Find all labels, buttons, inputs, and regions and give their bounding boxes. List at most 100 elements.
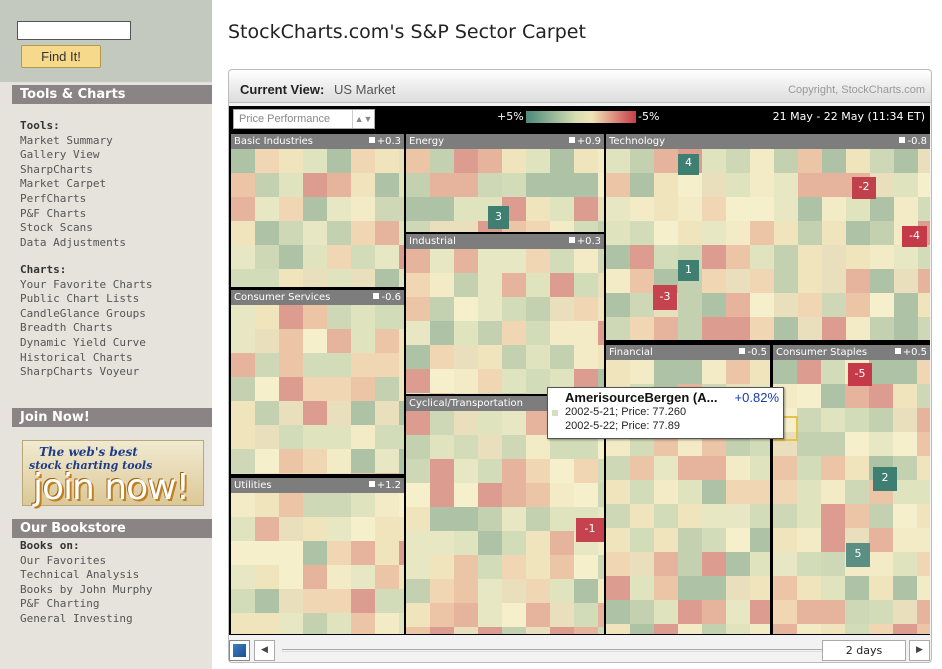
carpet-tile <box>917 456 930 480</box>
carpet-tile <box>279 541 303 565</box>
rank-tile[interactable]: 3 <box>488 206 509 229</box>
link-general-investing[interactable]: General Investing <box>20 612 152 627</box>
link-candleglance-groups[interactable]: CandleGlance Groups <box>20 307 152 322</box>
carpet-tile <box>750 197 774 221</box>
carpet-tile <box>327 613 351 634</box>
link-dynamic-yield-curve[interactable]: Dynamic Yield Curve <box>20 336 152 351</box>
carpet-tile <box>231 401 255 425</box>
link-sharpcharts[interactable]: SharpCharts <box>20 163 126 178</box>
carpet-tile <box>430 369 454 393</box>
carpet-tile <box>478 173 502 197</box>
rank-tile[interactable]: -4 <box>902 226 927 247</box>
sector-consumer-staples[interactable]: Consumer Staples +0.5 <box>773 345 930 634</box>
carpet-tile <box>918 269 930 293</box>
carpet-tile <box>845 456 869 480</box>
step-left-button[interactable]: ◀ <box>254 640 275 661</box>
carpet-tile <box>797 600 821 624</box>
carpet-tile <box>279 377 303 401</box>
rank-tile[interactable]: -5 <box>848 363 872 386</box>
tile-grid <box>606 149 930 340</box>
rank-tile[interactable]: -1 <box>576 518 604 542</box>
link-our-favorites[interactable]: Our Favorites <box>20 554 152 569</box>
link-market-summary[interactable]: Market Summary <box>20 134 126 149</box>
carpet-tile <box>606 197 630 221</box>
link-stock-scans[interactable]: Stock Scans <box>20 221 126 236</box>
carpet-tile <box>821 384 845 408</box>
carpet-tile <box>351 353 375 377</box>
carpet-tile <box>303 305 327 329</box>
carpet-tile <box>454 555 478 579</box>
rank-tile[interactable]: 4 <box>678 154 699 175</box>
carpet-tile <box>630 624 654 634</box>
link-pf-charting[interactable]: P&F Charting <box>20 597 152 612</box>
carpet-tile <box>430 321 454 345</box>
sector-change: +0.9 <box>569 134 601 149</box>
find-it-button[interactable]: Find It! <box>21 45 101 68</box>
carpet-tile <box>406 555 430 579</box>
carpet-tile <box>279 613 303 634</box>
carpet-tile <box>654 576 678 600</box>
carpet-tile <box>351 589 375 613</box>
step-right-button[interactable]: ▶ <box>909 640 930 661</box>
carpet-tile <box>750 173 774 197</box>
sector-basic-industries[interactable]: Basic Industries +0.3 <box>231 134 404 287</box>
carpet-tile <box>399 377 404 401</box>
rank-tile[interactable]: -2 <box>852 177 876 199</box>
sector-consumer-services[interactable]: Consumer Services -0.6 <box>231 290 404 474</box>
link-books-john-murphy[interactable]: Books by John Murphy <box>20 583 152 598</box>
join-now-banner[interactable]: The web's best stock charting tools join… <box>22 440 204 508</box>
sector-header: Basic Industries +0.3 <box>231 134 404 149</box>
period-selector[interactable]: 2 days <box>822 640 906 661</box>
link-breadth-charts[interactable]: Breadth Charts <box>20 321 152 336</box>
carpet-tile <box>726 173 750 197</box>
sector-industrial[interactable]: Industrial +0.3 <box>406 234 604 394</box>
rank-tile[interactable]: 1 <box>678 260 699 281</box>
carpet-tile <box>502 393 526 394</box>
carpet-tile <box>574 483 598 507</box>
sector-change: +1.2 <box>369 478 401 493</box>
carpet-tile <box>702 221 726 245</box>
rank-tile[interactable]: -3 <box>653 285 677 310</box>
carpet-tile <box>399 589 404 613</box>
carpet-tile <box>399 449 404 473</box>
timeline-slider[interactable] <box>282 649 822 652</box>
carpet-tile <box>630 173 654 197</box>
link-sharpcharts-voyeur[interactable]: SharpCharts Voyeur <box>20 365 152 380</box>
rank-tile[interactable]: 5 <box>846 543 870 567</box>
carpet-tile <box>598 627 604 634</box>
link-your-favorite-charts[interactable]: Your Favorite Charts <box>20 278 152 293</box>
carpet-tile <box>327 493 351 517</box>
carpet-tile <box>375 589 399 613</box>
link-public-chart-lists[interactable]: Public Chart Lists <box>20 292 152 307</box>
carpet-tile <box>454 321 478 345</box>
carpet-tile <box>726 293 750 317</box>
carpet-tile <box>502 345 526 369</box>
carpet-tile <box>822 173 846 197</box>
stock-tooltip: AmerisourceBergen (A... +0.82% 2002-5-21… <box>547 387 784 439</box>
carpet-tile <box>255 221 279 245</box>
link-pf-charts[interactable]: P&F Charts <box>20 207 126 222</box>
view-toggle-icon[interactable] <box>229 640 250 661</box>
carpet-tile <box>917 432 930 456</box>
link-historical-charts[interactable]: Historical Charts <box>20 351 152 366</box>
sector-header: Utilities +1.2 <box>231 478 404 493</box>
link-technical-analysis[interactable]: Technical Analysis <box>20 568 152 583</box>
carpet-tile <box>822 245 846 269</box>
link-gallery-view[interactable]: Gallery View <box>20 148 126 163</box>
rank-tile[interactable]: 2 <box>873 467 897 491</box>
carpet-tile <box>502 321 526 345</box>
metric-select[interactable]: Price Performance ▲▼ <box>233 109 375 129</box>
carpet-tile <box>726 480 750 504</box>
link-market-carpet[interactable]: Market Carpet <box>20 177 126 192</box>
carpet-tile <box>846 293 870 317</box>
link-perfcharts[interactable]: PerfCharts <box>20 192 126 207</box>
carpet-tile <box>550 627 574 634</box>
search-input[interactable] <box>17 21 131 40</box>
sector-utilities[interactable]: Utilities +1.2 <box>231 478 404 634</box>
link-data-adjustments[interactable]: Data Adjustments <box>20 236 126 251</box>
carpet-tile <box>550 531 574 555</box>
carpet-tile <box>502 555 526 579</box>
carpet-tile <box>798 269 822 293</box>
carpet-tile <box>822 221 846 245</box>
carpet-tile <box>375 197 399 221</box>
